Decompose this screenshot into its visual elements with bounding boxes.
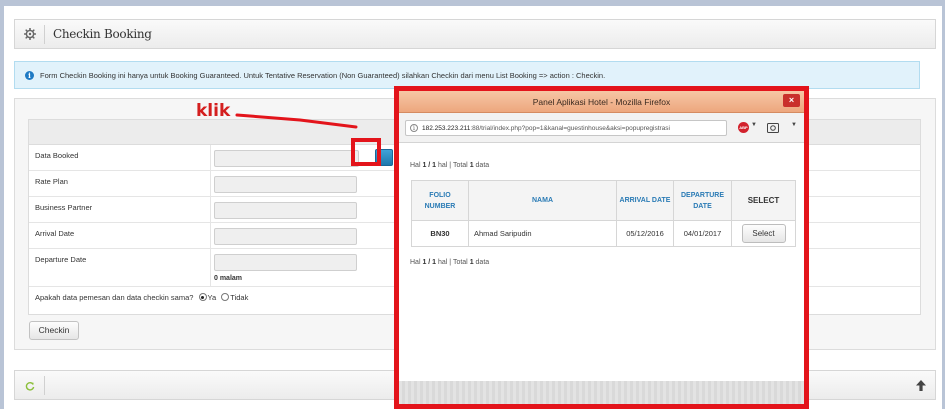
popup-footer [399, 381, 804, 404]
url-host: 182.253.223.211 [422, 125, 471, 132]
table-row: BN30 Ahmad Saripudin 05/12/2016 04/01/20… [411, 220, 796, 247]
column-header-departure: DEPARTURE DATE [673, 180, 732, 221]
pagination-page: 1 / 1 [422, 162, 437, 169]
url-input[interactable]: i 182.253.223.211:88/trial/index.php?pop… [405, 120, 727, 136]
url-text: 182.253.223.211:88/trial/index.php?pop=1… [422, 125, 670, 132]
select-button[interactable]: Select [741, 224, 786, 243]
pagination-info-bottom: Hal 1 / 1 hal | Total 1 data [410, 259, 489, 266]
chevron-down-icon[interactable]: ▼ [791, 122, 797, 128]
departure-cell: 04/01/2017 [673, 220, 732, 247]
column-header-select: SELECT [731, 180, 796, 221]
pagination-suffix: data [473, 162, 490, 169]
table-header-row: FOLIO NUMBER NAMA ARRIVAL DATE DEPARTURE… [411, 180, 796, 221]
pagination-prefix: Hal [410, 162, 423, 169]
popup-window: Panel Aplikasi Hotel - Mozilla Firefox ×… [394, 86, 809, 409]
popup-content: Hal 1 / 1 hal | Total 1 data FOLIO NUMBE… [407, 149, 797, 389]
pagination-suffix: data [473, 259, 490, 266]
column-header-nama: NAMA [468, 180, 617, 221]
select-cell: Select [731, 220, 796, 247]
pagination-info-top: Hal 1 / 1 hal | Total 1 data [410, 162, 489, 169]
popup-title: Panel Aplikasi Hotel - Mozilla Firefox [532, 97, 671, 107]
pagination-page: 1 / 1 [422, 259, 437, 266]
adblock-icon[interactable]: ABP [738, 122, 749, 133]
folio-cell: BN30 [411, 220, 469, 247]
site-info-icon[interactable]: i [410, 124, 418, 132]
pagination-mid: hal | Total [436, 162, 470, 169]
url-path: :88/trial/index.php?pop=1&kanal=guestinh… [470, 125, 670, 132]
close-icon[interactable]: × [783, 94, 800, 107]
pagination-prefix: Hal [410, 259, 423, 266]
popup-titlebar: Panel Aplikasi Hotel - Mozilla Firefox × [399, 91, 804, 113]
popup-url-bar: i 182.253.223.211:88/trial/index.php?pop… [399, 113, 804, 143]
booking-results-table: FOLIO NUMBER NAMA ARRIVAL DATE DEPARTURE… [411, 180, 796, 247]
screenshot-icon[interactable] [767, 122, 779, 133]
annotation-highlight-box [351, 138, 381, 166]
pagination-mid: hal | Total [436, 259, 470, 266]
column-header-folio: FOLIO NUMBER [411, 180, 469, 221]
column-header-arrival: ARRIVAL DATE [616, 180, 674, 221]
chevron-down-icon[interactable]: ▼ [751, 122, 757, 128]
arrival-cell: 05/12/2016 [616, 220, 674, 247]
nama-cell: Ahmad Saripudin [468, 220, 617, 247]
